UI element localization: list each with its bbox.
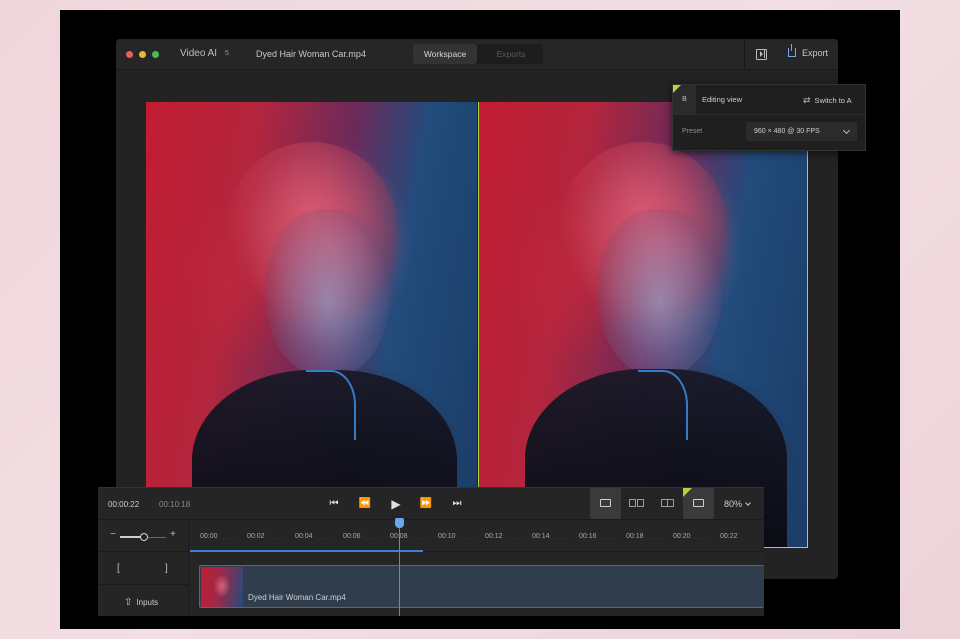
playhead-handle[interactable] — [395, 518, 404, 528]
zoom-in-icon[interactable]: + — [170, 529, 176, 540]
close-window-button[interactable] — [126, 51, 133, 58]
export-label: Export — [802, 48, 829, 58]
tick-label: 00:22 — [720, 533, 738, 540]
video-frame — [479, 102, 807, 547]
skip-forward-icon[interactable]: ⏭ — [450, 497, 464, 511]
video-subject-face — [597, 208, 722, 378]
side-by-side-button[interactable] — [621, 488, 652, 519]
minor-ticks: ···· — [554, 536, 570, 542]
in-out-controls: [ ] — [98, 552, 189, 585]
clip-thumbnail — [201, 567, 243, 607]
chevron-down-icon — [745, 500, 751, 506]
timeline-ruler[interactable]: 00:00 00:02 00:04 00:06 00:08 00:10 00:1… — [190, 520, 764, 552]
tab-workspace[interactable]: Workspace — [413, 44, 477, 64]
preset-value: 960 × 480 @ 30 FPS — [754, 128, 820, 135]
single-view-button[interactable] — [590, 488, 621, 519]
minor-ticks: ···· — [269, 536, 285, 542]
view-tab-group: Workspace Exports — [413, 44, 543, 64]
minor-ticks: ···· — [222, 536, 238, 542]
minor-ticks: ···· — [695, 536, 711, 542]
tick-label: 00:14 — [532, 533, 550, 540]
slider-thumb[interactable] — [140, 533, 148, 541]
minor-ticks: ···· — [365, 536, 381, 542]
zoom-value: 80% — [724, 499, 743, 509]
switch-view-button[interactable]: ⇄ Switch to A — [803, 95, 852, 106]
app-version-badge: 5 — [225, 50, 229, 57]
video-clip[interactable]: Dyed Hair Woman Car.mp4 — [199, 565, 764, 608]
preset-select[interactable]: 960 × 480 @ 30 FPS — [746, 122, 857, 141]
tick-label: 00:12 — [485, 533, 503, 540]
set-out-point-button[interactable]: ] — [165, 563, 168, 574]
minor-ticks: ···· — [507, 536, 523, 542]
set-in-point-button[interactable]: [ — [117, 563, 120, 574]
timeline-controls: − + [ ] ⇧ Inputs — [98, 520, 189, 617]
total-time: 00:10:18 — [159, 500, 191, 509]
tick-label: 00:00 — [200, 533, 218, 540]
swap-icon: ⇄ — [803, 95, 811, 105]
minor-ticks: ···· — [317, 536, 333, 542]
minimize-window-button[interactable] — [139, 51, 146, 58]
file-name: Dyed Hair Woman Car.mp4 — [256, 49, 366, 59]
video-track: Dyed Hair Woman Car.mp4 — [190, 553, 764, 617]
export-button[interactable]: Export — [788, 44, 829, 58]
skip-back-icon[interactable]: ⏮ — [327, 497, 341, 511]
tick-label: 00:02 — [247, 533, 265, 540]
view-b-badge: B — [673, 85, 696, 114]
toggle-panel-icon[interactable] — [756, 49, 767, 60]
transport-bar: 00:00:22 00:10:18 ⏮ ⏪ ▶ ⏩ ⏭ 80% — [98, 488, 764, 520]
video-subject-face — [265, 209, 391, 379]
split-view-button[interactable] — [652, 488, 683, 519]
timeline-panel: 00:00:22 00:10:18 ⏮ ⏪ ▶ ⏩ ⏭ 80% − + [ ] … — [98, 487, 764, 617]
tick-label: 00:06 — [343, 533, 361, 540]
render-progress-bar — [190, 550, 423, 552]
upload-icon: ⇧ — [124, 597, 133, 608]
tab-exports[interactable]: Exports — [479, 44, 543, 64]
play-icon[interactable]: ▶ — [389, 497, 403, 511]
export-icon — [788, 44, 796, 57]
zoom-select[interactable]: 80% — [724, 499, 751, 509]
tick-label: 00:20 — [673, 533, 691, 540]
divider — [744, 39, 745, 70]
preview-enhanced[interactable] — [478, 102, 808, 548]
tick-label: 00:18 — [626, 533, 644, 540]
tick-label: 00:16 — [579, 533, 597, 540]
maximize-window-button[interactable] — [152, 51, 159, 58]
decorative-line — [638, 370, 688, 440]
side-by-side-icon — [629, 499, 636, 507]
overlay-view-button[interactable] — [683, 488, 714, 519]
decorative-line — [306, 370, 356, 440]
minor-ticks: ···· — [601, 536, 617, 542]
overlay-view-icon — [693, 499, 704, 507]
switch-view-label: Switch to A — [814, 96, 852, 105]
title-bar: Video AI 5 Dyed Hair Woman Car.mp4 Works… — [116, 39, 838, 70]
fast-forward-icon[interactable]: ⏩ — [419, 497, 433, 511]
clip-name: Dyed Hair Woman Car.mp4 — [248, 593, 346, 602]
zoom-out-icon[interactable]: − — [110, 529, 116, 540]
minor-ticks: ···· — [648, 536, 664, 542]
tick-label: 00:04 — [295, 533, 313, 540]
minor-ticks: ···· — [412, 536, 428, 542]
preset-label: Preset — [682, 128, 703, 135]
preview-original[interactable] — [146, 102, 477, 548]
inputs-label: Inputs — [136, 598, 159, 607]
minor-ticks: ···· — [460, 536, 476, 542]
split-view-icon — [661, 499, 674, 507]
view-mode-group — [590, 488, 716, 519]
editing-view-header: B Editing view ⇄ Switch to A — [673, 85, 865, 115]
rewind-icon[interactable]: ⏪ — [358, 497, 372, 511]
single-view-icon — [600, 499, 611, 507]
inputs-button[interactable]: ⇧ Inputs — [124, 597, 158, 608]
timeline-zoom-slider[interactable]: − + — [98, 520, 189, 552]
playhead-line[interactable] — [399, 525, 400, 616]
app-name: Video AI — [180, 48, 218, 59]
tick-label: 00:10 — [438, 533, 456, 540]
current-time: 00:00:22 — [108, 500, 140, 509]
video-frame — [146, 102, 477, 548]
chevron-down-icon — [842, 126, 851, 135]
editing-view-panel: B Editing view ⇄ Switch to A Preset 960 ×… — [672, 84, 866, 151]
editing-view-title: Editing view — [702, 95, 743, 104]
